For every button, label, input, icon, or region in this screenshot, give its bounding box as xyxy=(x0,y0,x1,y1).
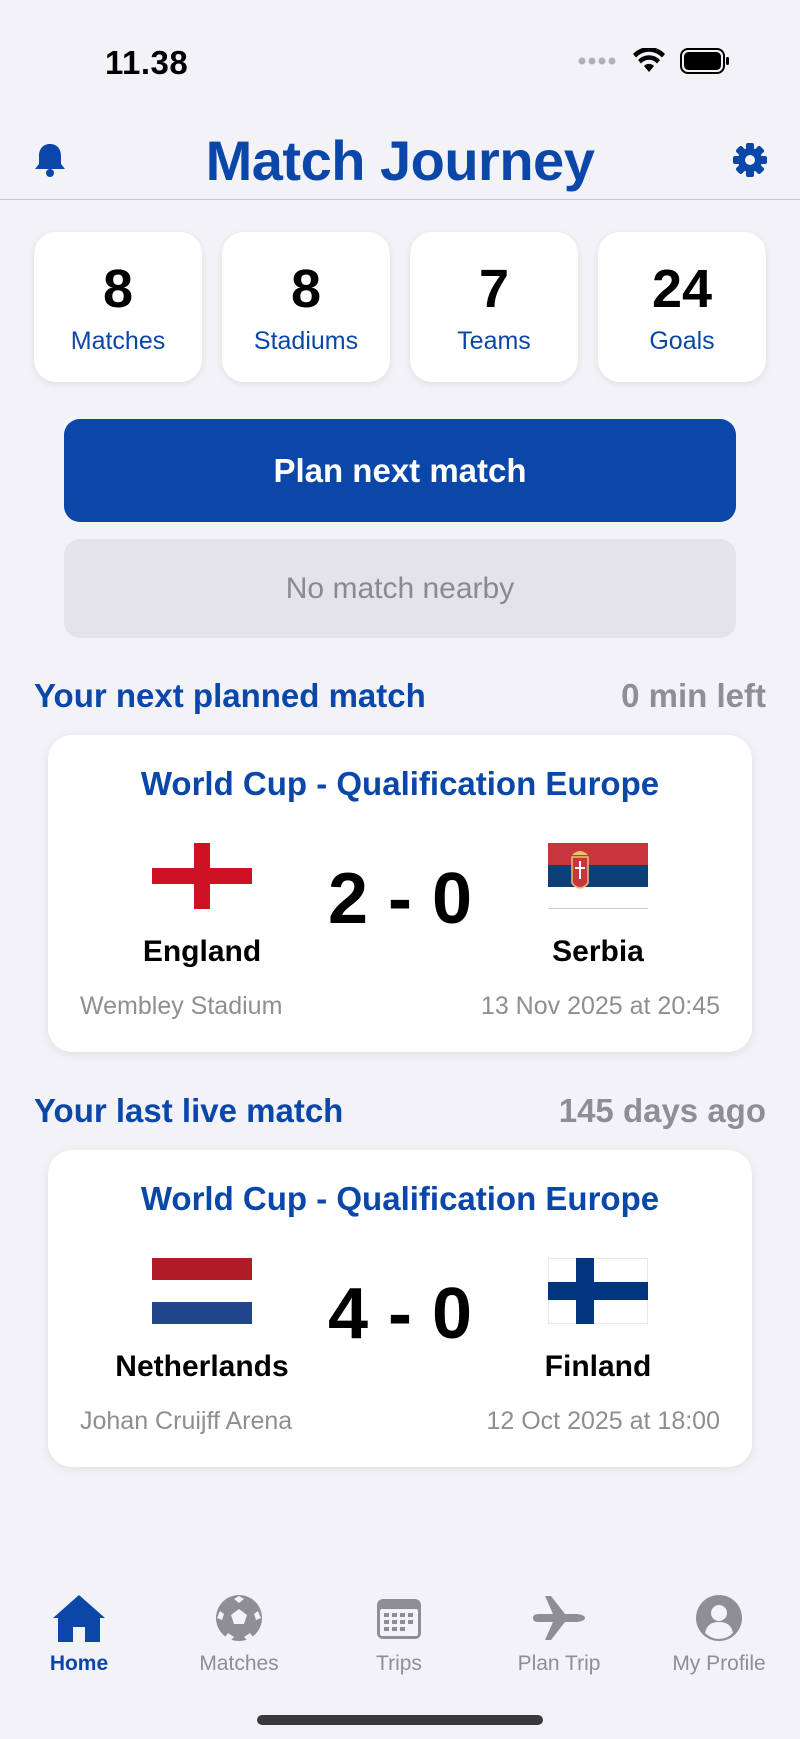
profile-icon xyxy=(696,1595,742,1641)
stats-row: 8 Matches 8 Stadiums 7 Teams 24 Goals xyxy=(34,232,766,382)
stat-label: Goals xyxy=(649,326,715,355)
status-time: 11.38 xyxy=(105,44,189,81)
last-match-card[interactable]: World Cup - Qualification Europe 4 - 0 N… xyxy=(48,1150,752,1467)
competition-name: World Cup - Qualification Europe xyxy=(140,765,660,802)
tab-matches[interactable]: Matches xyxy=(164,1588,314,1676)
serbia-flag-icon xyxy=(548,843,648,909)
tab-plan-trip[interactable]: Plan Trip xyxy=(484,1588,634,1676)
next-match-card[interactable]: World Cup - Qualification Europe 2 - 0 E… xyxy=(48,735,752,1052)
stat-value: 8 xyxy=(102,258,134,319)
page-title: Match Journey xyxy=(205,129,595,192)
tab-label: My Profile xyxy=(672,1652,766,1675)
signal-dots-icon xyxy=(578,57,616,65)
time-left: 0 min left xyxy=(621,677,766,714)
battery-icon xyxy=(680,48,729,74)
tab-my-profile[interactable]: My Profile xyxy=(644,1588,794,1676)
status-bar: 11.38 xyxy=(0,0,800,120)
next-match-section-header: Your next planned match 0 min left xyxy=(34,676,766,716)
stat-label: Matches xyxy=(70,326,166,355)
stat-card-matches: 8 Matches xyxy=(34,232,202,382)
match-date: 12 Oct 2025 at 18:00 xyxy=(486,1407,720,1435)
tab-bar: Home Matches Trips Plan Trip My Profile xyxy=(0,1570,800,1739)
days-ago: 145 days ago xyxy=(558,1092,766,1129)
tab-label: Plan Trip xyxy=(517,1652,601,1675)
home-team-name: England xyxy=(142,935,262,968)
tab-home[interactable]: Home xyxy=(4,1588,154,1676)
home-icon xyxy=(53,1595,105,1642)
soccer-ball-icon xyxy=(216,1595,262,1641)
tab-label: Trips xyxy=(376,1652,422,1675)
section-title: Your last live match xyxy=(34,1092,344,1129)
tab-trips[interactable]: Trips xyxy=(324,1588,474,1676)
tab-label: Home xyxy=(49,1652,109,1675)
home-indicator[interactable] xyxy=(257,1715,543,1725)
competition-name: World Cup - Qualification Europe xyxy=(140,1180,660,1217)
stat-label: Teams xyxy=(457,326,531,355)
tab-label: Matches xyxy=(199,1652,279,1675)
stat-value: 8 xyxy=(290,258,322,319)
status-icons xyxy=(578,48,730,74)
plan-next-match-button[interactable]: Plan next match xyxy=(64,419,736,522)
last-match-section-header: Your last live match 145 days ago xyxy=(34,1091,766,1131)
stat-value: 7 xyxy=(478,258,510,319)
match-date: 13 Nov 2025 at 20:45 xyxy=(480,992,720,1020)
gear-icon xyxy=(733,143,767,177)
venue: Wembley Stadium xyxy=(80,992,283,1020)
wifi-icon xyxy=(633,48,665,72)
away-team-name: Finland xyxy=(544,1350,652,1383)
finland-flag-icon xyxy=(548,1258,648,1324)
stat-value: 24 xyxy=(651,258,713,319)
away-team-name: Serbia xyxy=(552,935,644,968)
calendar-icon xyxy=(377,1599,421,1639)
no-match-nearby-button[interactable]: No match nearby xyxy=(64,539,736,638)
airplane-icon xyxy=(533,1596,585,1640)
home-team-name: Netherlands xyxy=(115,1350,289,1383)
section-title: Your next planned match xyxy=(34,677,426,714)
venue: Johan Cruijff Arena xyxy=(80,1407,293,1435)
settings-button[interactable] xyxy=(728,138,772,182)
stat-card-goals: 24 Goals xyxy=(598,232,766,382)
app-header: Match Journey xyxy=(0,120,800,200)
stat-card-teams: 7 Teams xyxy=(410,232,578,382)
stat-label: Stadiums xyxy=(253,326,359,355)
stat-card-stadiums: 8 Stadiums xyxy=(222,232,390,382)
